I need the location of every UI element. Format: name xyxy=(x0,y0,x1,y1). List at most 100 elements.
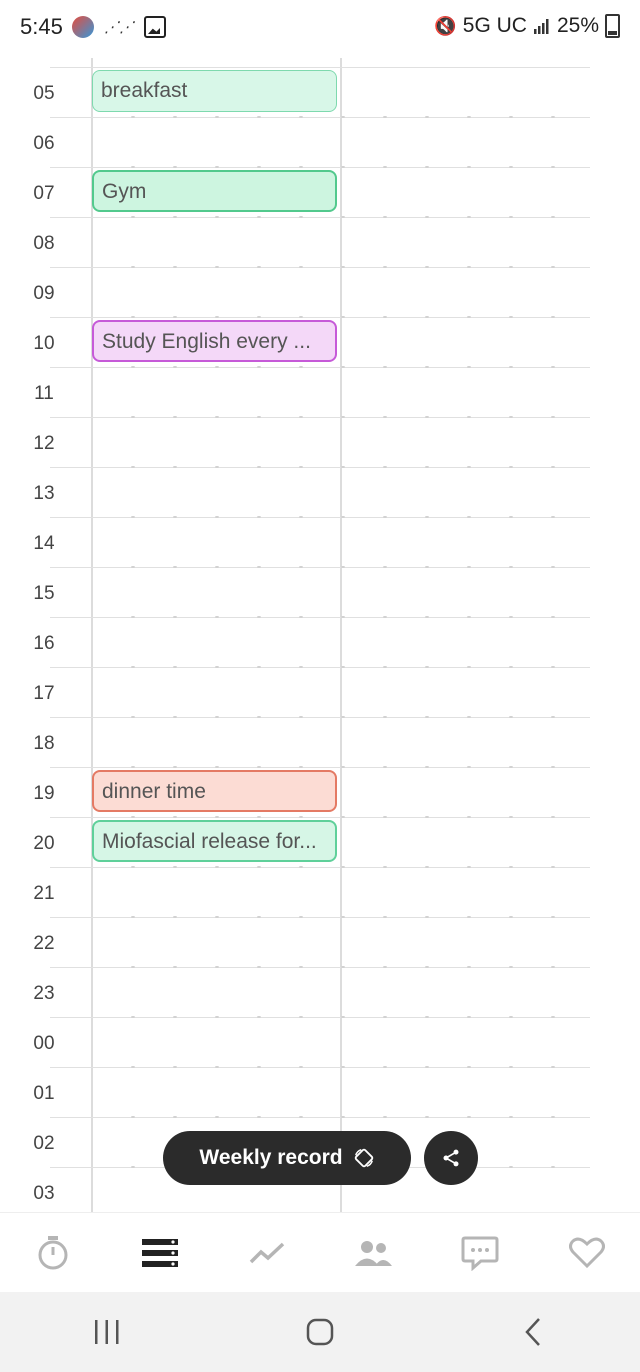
hour-gridline xyxy=(50,67,590,68)
hour-label: 19 xyxy=(33,783,55,804)
hour-label: 11 xyxy=(34,383,54,404)
hour-row[interactable]: 13 xyxy=(33,467,590,517)
back-icon xyxy=(525,1318,541,1346)
system-nav-bar xyxy=(0,1292,640,1372)
hour-row[interactable]: 23 xyxy=(33,967,590,1017)
status-time: 5:45 xyxy=(20,14,63,39)
chart-icon xyxy=(249,1242,284,1264)
timer-icon xyxy=(38,1236,68,1270)
hour-row[interactable]: 16 xyxy=(33,617,590,667)
signal-bars-icon xyxy=(533,19,549,34)
status-notification-icons: ⋰⋰ xyxy=(72,16,166,38)
battery-icon xyxy=(605,14,620,38)
quarter-dots xyxy=(112,1116,572,1118)
share-icon xyxy=(443,1149,459,1167)
hour-row[interactable]: 14 xyxy=(33,517,590,567)
hour-label: 10 xyxy=(33,333,55,354)
hour-label: 01 xyxy=(33,1083,55,1104)
hour-row[interactable]: 00 xyxy=(33,1017,590,1067)
event-block[interactable]: Miofascial release for... xyxy=(92,820,337,862)
network-label: 5G UC xyxy=(462,14,527,37)
quarter-dots xyxy=(112,616,572,618)
chat-icon xyxy=(461,1236,499,1271)
nav-list[interactable] xyxy=(130,1223,190,1283)
quarter-dots xyxy=(112,1066,572,1068)
quarter-dots xyxy=(112,166,572,168)
heart-icon xyxy=(568,1237,605,1269)
back-button[interactable] xyxy=(493,1302,573,1362)
recent-apps-icon xyxy=(94,1320,119,1344)
nav-favorites[interactable] xyxy=(557,1223,617,1283)
mute-icon: 🔇 xyxy=(434,15,457,36)
people-icon xyxy=(355,1241,393,1266)
hour-label: 14 xyxy=(33,533,55,554)
quarter-dots xyxy=(112,316,572,318)
hour-row[interactable]: 12 xyxy=(33,417,590,467)
hour-label: 12 xyxy=(33,433,55,454)
hour-label: 15 xyxy=(33,583,55,604)
hour-row[interactable]: 01 xyxy=(33,1067,590,1117)
hour-label: 03 xyxy=(33,1183,55,1204)
battery-percent: 25% xyxy=(556,14,599,37)
hour-row[interactable]: 15 xyxy=(33,567,590,617)
quarter-dots xyxy=(112,116,572,118)
signal-activity-icon: ⋰⋰ xyxy=(104,19,134,36)
nav-chat[interactable] xyxy=(450,1223,510,1283)
gallery-icon xyxy=(144,16,166,38)
hour-label: 21 xyxy=(33,883,55,904)
hour-row[interactable]: 22 xyxy=(33,917,590,967)
quarter-dots xyxy=(112,516,572,518)
quarter-dots xyxy=(112,1016,572,1018)
hour-label: 07 xyxy=(33,183,55,204)
quarter-dots xyxy=(112,466,572,468)
hour-row[interactable]: 09 xyxy=(33,267,590,317)
quarter-dots xyxy=(112,766,572,768)
hour-row[interactable]: 21 xyxy=(33,867,590,917)
hour-row[interactable]: 18 xyxy=(33,717,590,767)
quarter-dots xyxy=(112,716,572,718)
weekly-record-button[interactable]: Weekly record xyxy=(163,1131,411,1185)
hour-label: 22 xyxy=(33,933,55,954)
quarter-dots xyxy=(112,966,572,968)
quarter-dots xyxy=(112,566,572,568)
hour-label: 00 xyxy=(33,1033,55,1054)
quarter-dots xyxy=(112,216,572,218)
hour-label: 20 xyxy=(33,833,55,854)
hour-row[interactable]: 06 xyxy=(33,117,590,167)
list-icon xyxy=(141,1239,178,1267)
quarter-dots xyxy=(112,816,572,818)
event-block[interactable]: breakfast xyxy=(92,70,337,112)
quarter-dots xyxy=(112,416,572,418)
quarter-dots xyxy=(112,866,572,868)
share-button[interactable] xyxy=(424,1131,478,1185)
recent-apps-button[interactable] xyxy=(67,1302,147,1362)
quarter-dots xyxy=(112,266,572,268)
home-button[interactable] xyxy=(280,1302,360,1362)
hour-row[interactable]: 11 xyxy=(34,367,590,417)
nav-timer[interactable] xyxy=(23,1223,83,1283)
nav-stats[interactable] xyxy=(237,1223,297,1283)
event-block[interactable]: Study English every ... xyxy=(92,320,337,362)
bottom-nav xyxy=(0,1212,640,1293)
hour-label: 18 xyxy=(33,733,55,754)
nav-friends[interactable] xyxy=(343,1223,403,1283)
status-bar: 5:45 ⋰⋰ 🔇 5G UC 25% xyxy=(0,0,640,58)
event-block[interactable]: Gym xyxy=(92,170,337,212)
home-icon xyxy=(306,1318,334,1346)
rotate-icon xyxy=(354,1148,373,1168)
hour-label: 23 xyxy=(33,983,55,1004)
quarter-dots xyxy=(112,666,572,668)
weekly-record-label: Weekly record xyxy=(199,1146,343,1169)
hour-label: 16 xyxy=(33,633,55,654)
hour-row[interactable]: 17 xyxy=(33,667,590,717)
hour-label: 09 xyxy=(33,283,55,304)
quarter-dots xyxy=(112,916,572,918)
event-block[interactable]: dinner time xyxy=(92,770,337,812)
hour-label: 13 xyxy=(33,483,55,504)
quarter-dots xyxy=(112,366,572,368)
hour-row[interactable]: 08 xyxy=(33,217,590,267)
hour-label: 06 xyxy=(33,133,55,154)
status-right: 🔇 5G UC 25% xyxy=(434,14,620,38)
hour-label: 17 xyxy=(33,683,55,704)
hour-label: 05 xyxy=(33,83,55,104)
